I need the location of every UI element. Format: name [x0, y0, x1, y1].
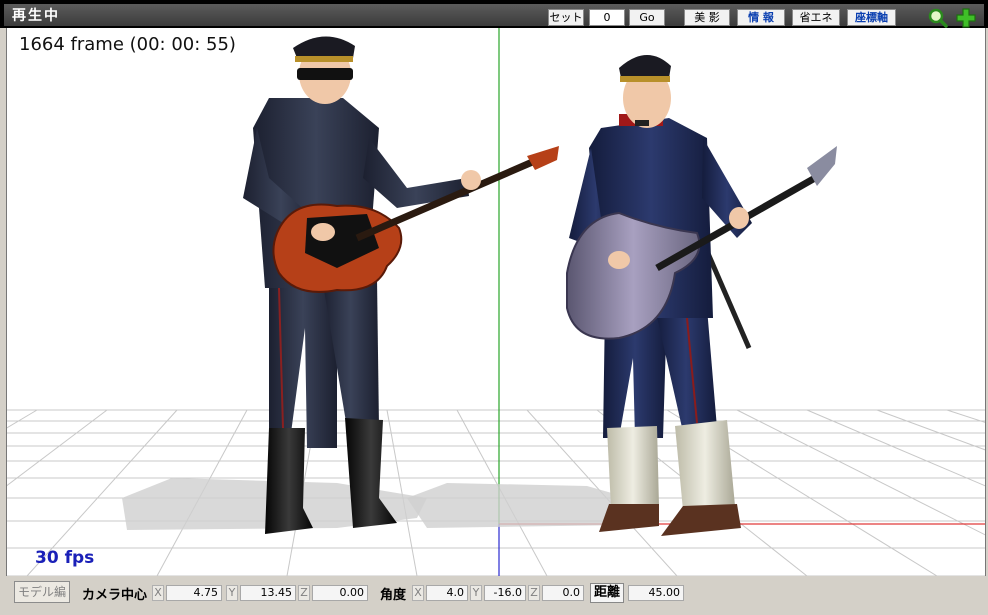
camera-y-axis-label: Y	[226, 585, 238, 601]
camera-y-field[interactable]: 13.45	[240, 585, 296, 601]
camera-z-field[interactable]: 0.00	[312, 585, 368, 601]
frame-number-input[interactable]: 0	[589, 9, 625, 26]
title-bar: 再生中 セット 0 Go 美 影 情 報 省エネ 座標軸	[0, 0, 988, 28]
character-1[interactable]	[243, 36, 559, 534]
angle-y-axis-label: Y	[470, 585, 482, 601]
angle-z-field[interactable]: 0.0	[542, 585, 584, 601]
angle-z-axis-label: Z	[528, 585, 540, 601]
camera-z-axis-label: Z	[298, 585, 310, 601]
set-frame-button[interactable]: セット	[548, 9, 584, 26]
camera-center-label: カメラ中心	[82, 588, 148, 603]
angle-label: 角度	[380, 588, 407, 603]
move-icon[interactable]	[956, 8, 976, 28]
fps-counter: 30 fps	[35, 548, 95, 568]
zoom-icon[interactable]	[928, 8, 948, 28]
camera-control-bar: モデル編 カメラ中心 X 4.75 Y 13.45 Z 0.00 角度 X 4.…	[0, 578, 988, 615]
power-save-toggle[interactable]: 省エネ	[792, 9, 840, 26]
distance-label: 距離	[590, 583, 624, 603]
angle-y-field[interactable]: -16.0	[484, 585, 526, 601]
3d-viewport[interactable]: 1664 frame (00: 00: 55) 30 fps	[6, 28, 986, 576]
mmd-window: 再生中 セット 0 Go 美 影 情 報 省エネ 座標軸 1664 frame …	[0, 0, 988, 615]
character-2[interactable]	[566, 54, 837, 536]
camera-x-axis-label: X	[152, 585, 164, 601]
distance-field[interactable]: 45.00	[628, 585, 684, 601]
coordinate-axis-toggle[interactable]: 座標軸	[847, 9, 896, 26]
frame-counter: 1664 frame (00: 00: 55)	[19, 34, 236, 55]
angle-x-axis-label: X	[412, 585, 424, 601]
go-button[interactable]: Go	[629, 9, 665, 26]
beauty-shadow-toggle[interactable]: 美 影	[684, 9, 730, 26]
playback-status-title: 再生中	[12, 8, 60, 24]
model-edit-button[interactable]: モデル編	[14, 581, 70, 603]
angle-x-field[interactable]: 4.0	[426, 585, 468, 601]
camera-x-field[interactable]: 4.75	[166, 585, 222, 601]
info-toggle[interactable]: 情 報	[737, 9, 785, 26]
scene-canvas[interactable]	[7, 28, 986, 576]
